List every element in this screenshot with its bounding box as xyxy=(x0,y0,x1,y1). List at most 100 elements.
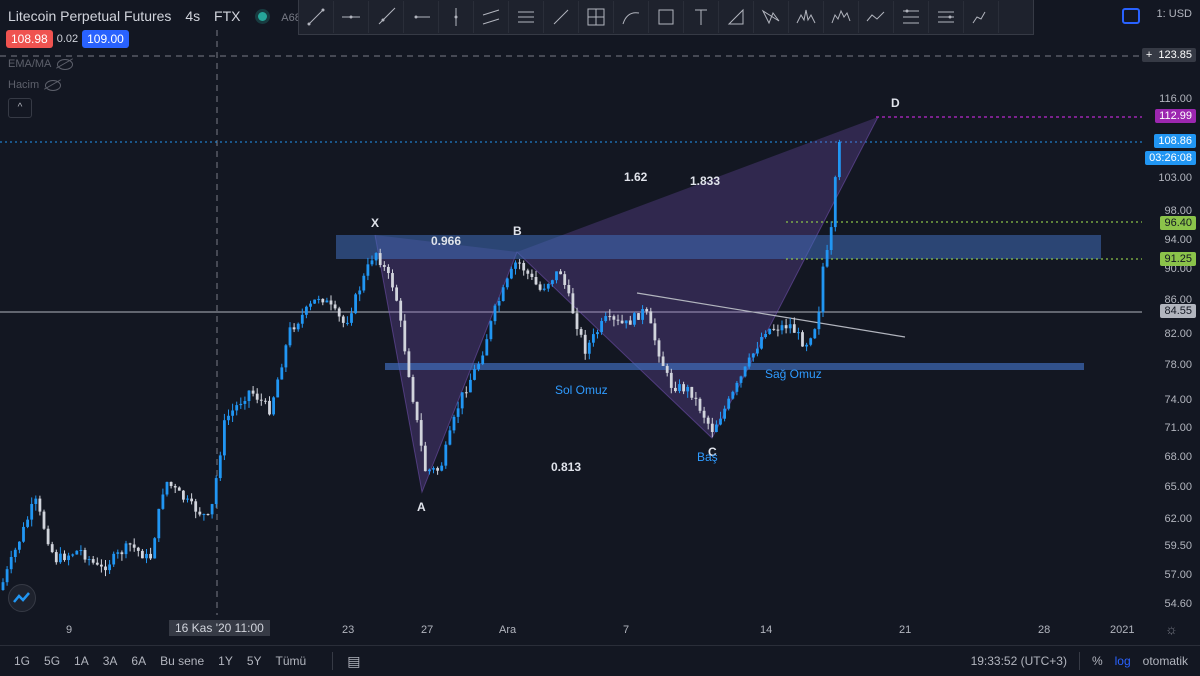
candle-body xyxy=(354,294,357,314)
candle-body xyxy=(727,398,731,409)
candle-body xyxy=(702,410,706,418)
candle-body xyxy=(30,503,34,520)
horizontal-line-icon[interactable] xyxy=(334,1,369,33)
rectangle-icon[interactable] xyxy=(649,1,684,33)
range-3m[interactable]: 3A xyxy=(103,654,118,668)
brush-icon[interactable] xyxy=(544,1,579,33)
candle-body xyxy=(87,559,91,561)
candle-body xyxy=(797,332,800,334)
arc-icon[interactable] xyxy=(614,1,649,33)
candle-body xyxy=(551,280,554,284)
crosshair-grid-icon[interactable] xyxy=(579,1,614,33)
candle-body xyxy=(423,445,427,472)
range-5d[interactable]: 5G xyxy=(44,654,60,668)
candle-body xyxy=(780,325,784,331)
ray-icon[interactable] xyxy=(369,1,404,33)
y-tick: 68.00 xyxy=(1164,451,1192,463)
candle-body xyxy=(415,401,419,421)
candle-body xyxy=(309,303,312,307)
sell-price-button[interactable]: 108.98 xyxy=(6,30,53,48)
ratio-xd: 1.833 xyxy=(690,174,721,188)
vertical-line-icon[interactable] xyxy=(439,1,474,33)
candle-body xyxy=(38,498,42,512)
candle-body xyxy=(698,398,702,411)
range-1d[interactable]: 1G xyxy=(14,654,30,668)
y-tick: 78.00 xyxy=(1164,359,1192,371)
gann-icon[interactable] xyxy=(929,1,964,33)
candle-body xyxy=(317,298,321,300)
currency-toggle-button[interactable] xyxy=(1122,8,1140,24)
candle-body xyxy=(428,469,431,472)
ratio-xb: 0.966 xyxy=(431,234,462,248)
plus-icon[interactable]: + xyxy=(1146,49,1152,61)
eye-hidden-icon[interactable] xyxy=(57,58,74,70)
candle-body xyxy=(456,408,460,417)
trend-line-icon[interactable] xyxy=(299,1,334,33)
indicator-ema-ma[interactable]: EMA/MA xyxy=(8,58,74,70)
candle-body xyxy=(292,327,296,330)
candle-body xyxy=(653,323,657,341)
candle-body xyxy=(227,415,230,421)
horizontal-ray-icon[interactable] xyxy=(404,1,439,33)
indicator-ema-ma-label: EMA/MA xyxy=(8,58,52,70)
percent-toggle[interactable]: % xyxy=(1092,654,1103,668)
x-tick: 14 xyxy=(760,624,773,636)
candle-body xyxy=(366,264,370,276)
eye-hidden-icon[interactable] xyxy=(45,79,62,91)
candle-body xyxy=(813,329,817,339)
gear-icon[interactable]: ☼ xyxy=(1165,621,1178,637)
tradingview-logo[interactable] xyxy=(8,584,36,612)
interval-label[interactable]: 4s xyxy=(185,8,200,24)
triangle-pattern-icon[interactable] xyxy=(719,1,754,33)
zigzag-icon[interactable] xyxy=(859,1,894,33)
hline-price-tag: 84.55 xyxy=(1160,304,1196,318)
candle-body xyxy=(649,311,653,324)
candle-body xyxy=(596,332,599,335)
candle-body xyxy=(407,351,411,378)
range-1y[interactable]: 1Y xyxy=(218,654,233,668)
symbol-name[interactable]: Litecoin Perpetual Futures xyxy=(8,8,171,24)
regression-icon[interactable] xyxy=(509,1,544,33)
candle-body xyxy=(337,308,341,317)
range-ytd[interactable]: Bu sene xyxy=(160,654,204,668)
candle-body xyxy=(198,511,202,515)
pattern-point-x: X xyxy=(371,216,380,230)
text-icon[interactable] xyxy=(684,1,719,33)
range-all[interactable]: Tümü xyxy=(276,654,307,668)
auto-scale-toggle[interactable]: otomatik xyxy=(1143,654,1188,668)
candle-body xyxy=(583,334,587,354)
head-shoulders-icon[interactable] xyxy=(789,1,824,33)
collapse-indicators-button[interactable]: ^ xyxy=(8,98,32,118)
candle-body xyxy=(378,253,382,266)
fib-retracement-icon[interactable] xyxy=(894,1,929,33)
candle-body xyxy=(432,468,435,470)
y-tick: 65.00 xyxy=(1164,481,1192,493)
clock-label[interactable]: 19:33:52 (UTC+3) xyxy=(971,654,1067,668)
cycle-icon[interactable] xyxy=(964,1,999,33)
y-tick: 62.00 xyxy=(1164,513,1192,525)
range-1m[interactable]: 1A xyxy=(74,654,89,668)
range-6m[interactable]: 6A xyxy=(131,654,146,668)
xabcd-pattern-icon[interactable] xyxy=(754,1,789,33)
symbol-header[interactable]: Litecoin Perpetual Futures 4s FTX A68 xyxy=(8,8,311,24)
candle-body xyxy=(518,262,521,264)
candle-body xyxy=(161,494,165,509)
candle-body xyxy=(838,141,841,178)
date-range-icon[interactable]: ▤ xyxy=(347,653,360,670)
pattern-point-d: D xyxy=(891,96,900,110)
last-price-tag: 108.86 xyxy=(1154,134,1196,148)
ratio-bd: 1.62 xyxy=(624,170,648,184)
candle-body xyxy=(575,313,579,330)
log-toggle[interactable]: log xyxy=(1115,654,1131,668)
elliott-wave-icon[interactable] xyxy=(824,1,859,33)
candle-body xyxy=(751,353,755,358)
parallel-channel-icon[interactable] xyxy=(474,1,509,33)
candle-body xyxy=(276,379,280,398)
divider xyxy=(332,652,334,670)
candle-body xyxy=(534,276,538,285)
range-5y[interactable]: 5Y xyxy=(247,654,262,668)
candle-body xyxy=(817,312,821,330)
price-chart[interactable] xyxy=(0,0,1200,645)
buy-price-button[interactable]: 109.00 xyxy=(82,30,129,48)
indicator-volume[interactable]: Hacim xyxy=(8,79,62,91)
